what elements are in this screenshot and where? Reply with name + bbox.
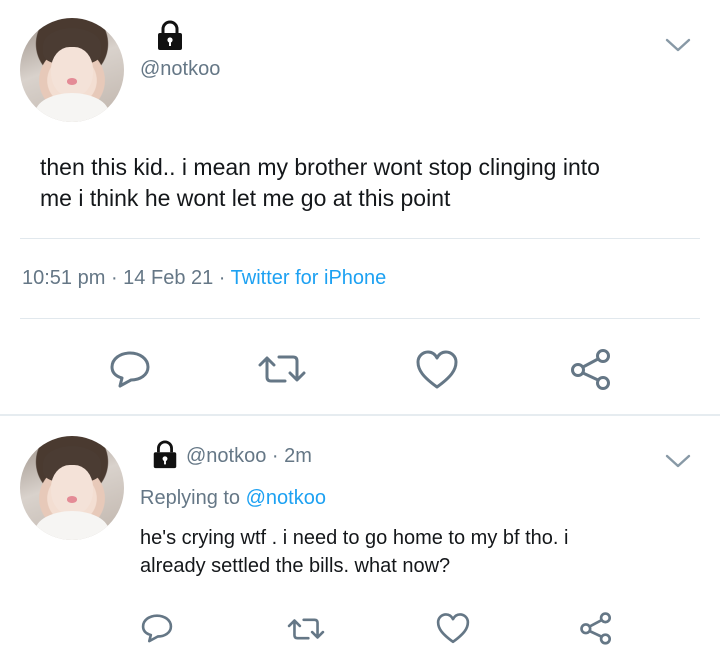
reply-icon[interactable] xyxy=(140,612,174,644)
avatar[interactable] xyxy=(20,436,124,540)
tweet-time[interactable]: 10:51 pm xyxy=(22,267,105,289)
chevron-down-icon[interactable] xyxy=(664,36,692,54)
tweet-text-line: me i think he wont let me go at this poi… xyxy=(40,185,451,211)
tweet-source-link[interactable]: Twitter for iPhone xyxy=(231,267,387,289)
divider xyxy=(20,238,700,239)
author-handle[interactable]: @notkoo xyxy=(186,445,266,467)
retweet-icon[interactable] xyxy=(286,614,326,644)
tweet-text-line: he's crying wtf . i need to go home to m… xyxy=(140,527,569,549)
heart-icon[interactable] xyxy=(414,349,460,391)
section-divider xyxy=(0,414,720,416)
tweet-text-line: already settled the bills. what now? xyxy=(140,555,451,577)
reply-author: @notkoo · 2m xyxy=(186,445,312,468)
retweet-icon[interactable] xyxy=(256,350,308,388)
replying-to-label: Replying to xyxy=(140,487,246,509)
tweet-age: · 2m xyxy=(266,445,312,467)
divider xyxy=(20,318,700,319)
reply-tweet-text: he's crying wtf . i need to go home to m… xyxy=(140,524,700,580)
tweet-text-line: then this kid.. i mean my brother wont s… xyxy=(40,154,600,180)
avatar[interactable] xyxy=(20,18,124,122)
replying-to-handle[interactable]: @notkoo xyxy=(246,487,326,509)
share-icon[interactable] xyxy=(568,346,614,392)
separator: · xyxy=(105,267,124,289)
heart-icon[interactable] xyxy=(435,612,471,645)
lock-icon xyxy=(158,20,182,50)
share-icon[interactable] xyxy=(578,610,614,646)
reply-icon[interactable] xyxy=(108,349,152,389)
tweet-text: then this kid.. i mean my brother wont s… xyxy=(40,152,700,214)
replying-to: Replying to @notkoo xyxy=(140,487,326,510)
lock-icon xyxy=(153,440,177,469)
tweet-date[interactable]: 14 Feb 21 xyxy=(123,267,213,289)
chevron-down-icon[interactable] xyxy=(664,452,692,470)
author-handle[interactable]: @notkoo xyxy=(140,58,220,81)
separator: · xyxy=(213,267,231,289)
tweet-meta: 10:51 pm · 14 Feb 21 · Twitter for iPhon… xyxy=(22,267,386,290)
